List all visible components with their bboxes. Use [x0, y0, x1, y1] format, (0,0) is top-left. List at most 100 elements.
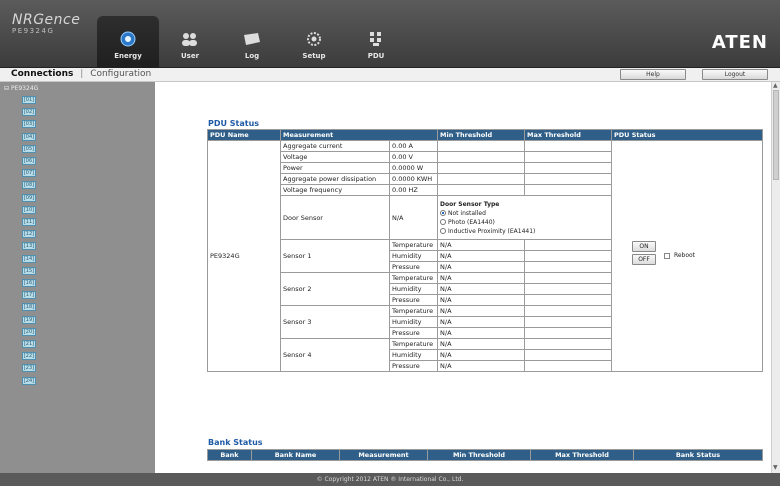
pdu-on-button[interactable]: ON	[632, 241, 657, 252]
sensor-value: N/A	[437, 349, 526, 361]
door-sensor-type-title: Door Sensor Type	[440, 200, 500, 208]
pdu-status-cell: ON OFF Reboot	[611, 140, 764, 372]
user-icon	[179, 29, 201, 49]
sidebar-port-item[interactable]: [09]	[22, 193, 36, 202]
pdu-off-button[interactable]: OFF	[632, 254, 657, 265]
sidebar-port-item[interactable]: [14]	[22, 254, 36, 263]
door-option-label: Not installed	[448, 209, 486, 217]
sidebar-port-item[interactable]: [11]	[22, 218, 36, 226]
max-threshold-cell[interactable]	[524, 250, 613, 262]
col-bank-min-threshold: Min Threshold	[427, 449, 531, 461]
max-threshold-cell[interactable]	[524, 294, 613, 306]
max-threshold-cell[interactable]	[524, 283, 613, 295]
sidebar-port-item[interactable]: [03]	[22, 120, 36, 129]
tree-root-label: PE9324G	[10, 85, 39, 92]
top-header: NRGence PE9324G Energy User Log Setup PD…	[0, 0, 780, 68]
sidebar-port-item[interactable]: [23]	[22, 364, 36, 373]
max-threshold-cell[interactable]	[524, 272, 613, 284]
tab-log[interactable]: Log	[221, 0, 283, 68]
radio-icon[interactable]	[440, 219, 447, 225]
min-threshold-cell[interactable]	[437, 140, 526, 152]
max-threshold-cell[interactable]	[524, 360, 613, 372]
max-threshold-cell[interactable]	[524, 173, 613, 185]
door-sensor-value: N/A	[388, 195, 439, 240]
sidebar-port-item[interactable]: [08]	[22, 181, 36, 190]
max-threshold-cell[interactable]	[524, 316, 613, 328]
reboot-checkbox[interactable]	[664, 252, 671, 259]
sidebar-port-item[interactable]: [04]	[22, 132, 36, 141]
sensor-measure: Pressure	[388, 327, 439, 339]
sensor-measure: Humidity	[388, 349, 439, 361]
configuration-link[interactable]: Configuration	[90, 69, 151, 79]
tree-root[interactable]: ⊟ PE9324G	[4, 85, 38, 92]
col-max-threshold: Max Threshold	[524, 129, 613, 141]
sensor-value: N/A	[437, 250, 526, 262]
scroll-up-icon[interactable]: ▲	[773, 82, 778, 89]
help-button[interactable]: Help	[620, 69, 686, 80]
bank-status-title: Bank Status	[208, 438, 263, 447]
tab-energy[interactable]: Energy	[97, 16, 159, 68]
tab-setup[interactable]: Setup	[283, 0, 345, 68]
sidebar-port-item[interactable]: [21]	[22, 340, 36, 348]
sidebar-port-item[interactable]: [05]	[22, 144, 36, 153]
sidebar-port-item[interactable]: [07]	[22, 169, 36, 178]
col-measurement: Measurement	[279, 129, 439, 141]
sensor-value: N/A	[437, 294, 526, 306]
reboot-option[interactable]: Reboot	[664, 252, 695, 259]
max-threshold-cell[interactable]	[524, 184, 613, 196]
max-threshold-cell[interactable]	[524, 327, 613, 339]
sidebar-port-item[interactable]: [19]	[22, 315, 36, 324]
sidebar-port-item[interactable]: [22]	[22, 352, 36, 361]
vertical-scrollbar[interactable]: ▲ ▼	[771, 82, 780, 473]
tab-energy-label: Energy	[114, 52, 142, 60]
measurement-label: Aggregate current	[280, 140, 390, 152]
max-threshold-cell[interactable]	[524, 239, 613, 251]
max-threshold-cell[interactable]	[524, 305, 613, 317]
sidebar-port-item[interactable]: [15]	[22, 266, 36, 275]
door-sensor-type-cell: Door Sensor Type Not installed Photo (EA…	[437, 195, 613, 240]
measurement-value: 0.0000 KWH	[388, 173, 439, 185]
door-sensor-options: Door Sensor Type Not installed Photo (EA…	[440, 200, 609, 236]
max-threshold-cell[interactable]	[524, 261, 613, 273]
radio-selected-icon[interactable]	[440, 210, 447, 216]
min-threshold-cell[interactable]	[437, 162, 526, 174]
sidebar-port-item[interactable]: [10]	[22, 205, 36, 214]
min-threshold-cell[interactable]	[437, 173, 526, 185]
sidebar-port-item[interactable]: [01]	[22, 96, 36, 104]
tree-expand-icon[interactable]: ⊟	[4, 85, 9, 92]
sensor-measure: Temperature	[388, 305, 439, 317]
pdu-controls: ON OFF Reboot	[614, 241, 760, 271]
door-sensor-label: Door Sensor	[280, 195, 390, 240]
sidebar-port-item[interactable]: [13]	[22, 242, 36, 251]
bank-table-header: Bank Bank Name Measurement Min Threshold…	[207, 449, 763, 461]
door-option-not-installed[interactable]: Not installed	[440, 209, 609, 218]
max-threshold-cell[interactable]	[524, 151, 613, 163]
pdu-name-cell: PE9324G	[207, 140, 281, 372]
radio-icon[interactable]	[440, 228, 447, 234]
scrollbar-thumb[interactable]	[773, 90, 779, 180]
tab-pdu[interactable]: PDU	[345, 0, 407, 68]
sensor-value: N/A	[437, 327, 526, 339]
product-logo: NRGence PE9324G	[12, 12, 80, 35]
max-threshold-cell[interactable]	[524, 162, 613, 174]
sidebar-port-item[interactable]: [06]	[22, 157, 36, 165]
sidebar-port-item[interactable]: [16]	[22, 279, 36, 287]
connections-link[interactable]: Connections	[11, 69, 73, 79]
scroll-down-icon[interactable]: ▼	[773, 464, 778, 471]
max-threshold-cell[interactable]	[524, 338, 613, 350]
sidebar-port-item[interactable]: [12]	[22, 230, 36, 239]
min-threshold-cell[interactable]	[437, 151, 526, 163]
min-threshold-cell[interactable]	[437, 184, 526, 196]
max-threshold-cell[interactable]	[524, 140, 613, 152]
sidebar-port-item[interactable]: [20]	[22, 327, 36, 336]
tab-user[interactable]: User	[159, 0, 221, 68]
sidebar-port-item[interactable]: [17]	[22, 291, 36, 300]
logout-button[interactable]: Logout	[702, 69, 768, 80]
sidebar-port-item[interactable]: [18]	[22, 303, 36, 312]
door-option-inductive[interactable]: Inductive Proximity (EA1441)	[440, 227, 609, 236]
reboot-label: Reboot	[673, 252, 696, 259]
sidebar-port-item[interactable]: [24]	[22, 376, 36, 385]
door-option-photo[interactable]: Photo (EA1440)	[440, 218, 609, 227]
sidebar-port-item[interactable]: [02]	[22, 108, 36, 117]
max-threshold-cell[interactable]	[524, 349, 613, 361]
